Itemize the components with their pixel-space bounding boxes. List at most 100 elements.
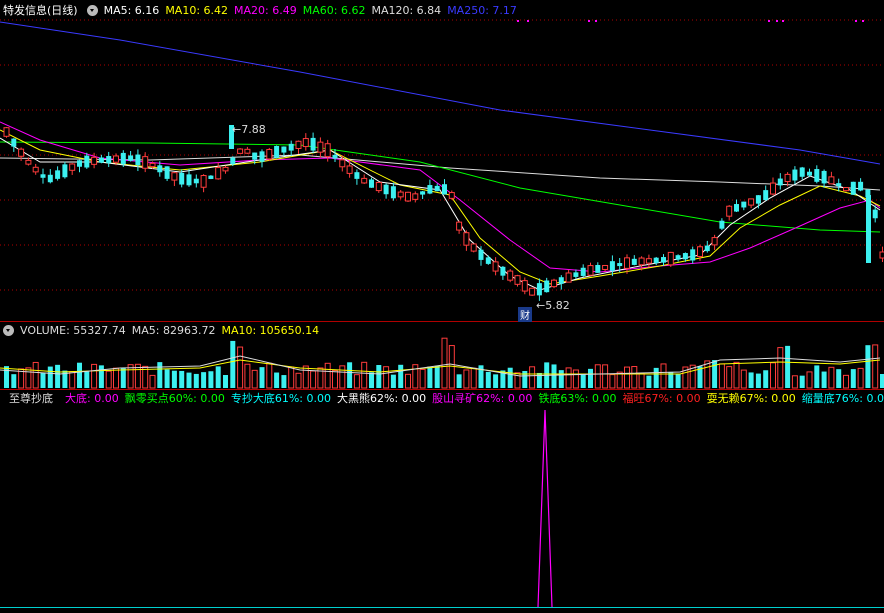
volume-bar — [11, 374, 17, 388]
ma250-label: MA250: 7.17 — [447, 3, 517, 17]
candle-body — [872, 209, 878, 219]
volume-bar — [281, 375, 287, 388]
volume-bar — [565, 367, 572, 389]
candle-body — [544, 280, 550, 293]
candle-body — [682, 253, 688, 260]
candle-body — [777, 178, 783, 186]
volume-bar — [113, 367, 119, 389]
candle-body — [40, 174, 46, 178]
volume-dropdown-icon[interactable] — [3, 324, 14, 336]
candle-body — [690, 249, 696, 261]
candle-body — [179, 172, 185, 185]
ind-piaoling: 飘零买点60%: 0.00 — [124, 392, 225, 405]
ind-suoliangdi: 缩量底76%: 0.00 — [801, 392, 884, 405]
candle-body — [828, 176, 835, 185]
volume-bar — [91, 363, 98, 389]
candle-body — [369, 179, 374, 188]
candle-body — [478, 249, 484, 260]
volume-bar — [791, 375, 798, 389]
volume-bar — [712, 360, 718, 388]
signal-dot — [517, 20, 519, 22]
candle-body — [624, 257, 630, 269]
candle-body — [215, 167, 222, 180]
candle-body — [448, 192, 455, 199]
candle-body — [763, 190, 769, 201]
vol-ma5-label: MA5: 82963.72 — [131, 323, 216, 337]
volume-bar — [412, 364, 419, 389]
signal-dot — [588, 20, 590, 22]
candle-body — [332, 154, 338, 159]
candle-body — [836, 183, 842, 187]
volume-bar — [25, 367, 32, 389]
candle-body — [230, 157, 236, 165]
volume-bar — [777, 347, 784, 389]
volume-bar — [616, 371, 623, 389]
volume-bar — [419, 368, 426, 389]
candle-body — [463, 232, 470, 246]
volume-label: VOLUME: 55327.74 — [20, 323, 126, 337]
volume-bar — [624, 366, 630, 389]
volume-bar — [726, 366, 733, 389]
volume-bar — [84, 371, 90, 388]
candle-body — [507, 270, 514, 281]
vol-ma10-label: MA10: 105650.14 — [221, 323, 320, 337]
candle-body — [77, 160, 82, 167]
candle-body — [741, 201, 747, 208]
ma10-line — [0, 129, 881, 285]
volume-bar — [865, 345, 871, 388]
candle-body — [595, 265, 601, 273]
volume-bar — [353, 374, 360, 389]
volume-bar — [98, 365, 104, 388]
volume-bar — [594, 364, 601, 389]
volume-bar — [310, 370, 317, 389]
candle-body — [748, 198, 755, 206]
volume-bar — [215, 366, 221, 388]
indicator-legend: 至尊抄底 大底: 0.00 飘零买点60%: 0.00 专抄大底61%: 0.0… — [0, 390, 884, 406]
candle-body — [645, 258, 652, 264]
candle-body — [193, 178, 199, 184]
volume-bar — [638, 372, 645, 389]
price-legend: 特发信息(日线) MA5: 6.16 MA10: 6.42 MA20: 6.49… — [0, 2, 884, 18]
volume-bar — [843, 374, 849, 389]
candle-body — [843, 187, 849, 192]
candle-body — [536, 283, 542, 296]
volume-bar — [171, 370, 177, 388]
candle-body — [784, 173, 791, 183]
candle-body — [711, 237, 718, 246]
volume-bar — [704, 360, 711, 389]
candle-body — [799, 167, 805, 177]
candle-body — [434, 185, 440, 192]
candle-body — [390, 186, 396, 199]
volume-bar — [201, 372, 207, 388]
volume-bar — [660, 363, 667, 389]
candle-body — [492, 261, 499, 272]
price-chart[interactable] — [0, 0, 884, 322]
candle-body — [558, 277, 564, 284]
ind-tiedi: 铁底63%: 0.00 — [538, 392, 617, 405]
candle-body — [807, 171, 812, 176]
volume-bar — [347, 362, 353, 388]
candle-body — [120, 152, 126, 165]
volume-bar — [588, 368, 593, 388]
volume-bar — [675, 374, 681, 388]
candle-body — [609, 261, 615, 271]
candle-body — [302, 138, 309, 148]
volume-bar — [4, 366, 9, 388]
candle-body — [259, 151, 265, 162]
ind-gushan: 股山寻矿62%: 0.00 — [432, 392, 533, 405]
candle-body — [850, 181, 856, 195]
signal-dot — [855, 20, 857, 22]
volume-bar — [55, 364, 61, 388]
volume-bar — [369, 372, 374, 388]
volume-bar — [872, 344, 879, 389]
financial-report-marker[interactable]: 财 — [518, 307, 532, 322]
volume-bar — [77, 362, 82, 388]
volume-bar — [186, 372, 192, 388]
legend-dropdown-icon[interactable] — [86, 4, 98, 16]
candle-body — [617, 263, 623, 267]
indicator-chart[interactable] — [0, 390, 884, 613]
volume-bar — [230, 340, 236, 388]
low-price-label: ←5.82 — [536, 299, 570, 312]
candle-body — [638, 257, 645, 266]
volume-bar — [288, 366, 295, 389]
